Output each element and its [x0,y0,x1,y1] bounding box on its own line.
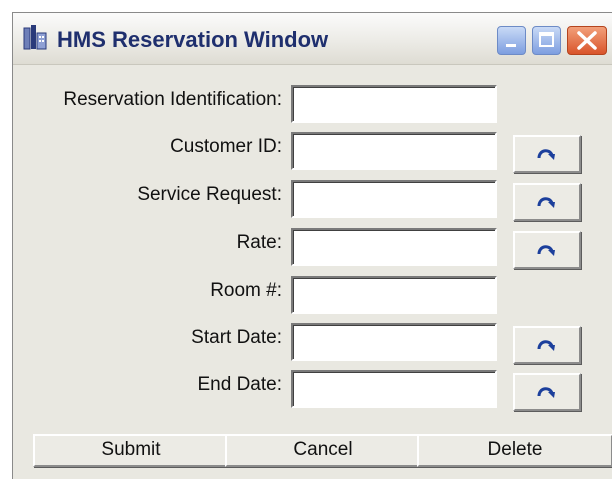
lookup-arrow-icon [537,340,555,351]
room-input[interactable] [291,276,497,314]
start-date-input[interactable] [291,323,497,361]
delete-button[interactable]: Delete [417,434,612,467]
hms-app-icon[interactable] [23,25,47,51]
submit-button[interactable]: Submit [33,434,229,467]
customer-id-label: Customer ID: [170,136,282,157]
end-date-label: End Date: [197,374,283,395]
service-request-label: Service Request: [137,184,282,205]
service-request-lookup-button[interactable] [513,183,581,221]
close-icon [577,31,597,50]
reservation-id-input[interactable] [291,85,497,123]
room-label: Room #: [210,280,282,301]
service-request-input[interactable] [291,180,497,218]
close-button[interactable] [567,26,607,55]
lookup-arrow-icon [537,387,555,398]
minimize-button[interactable] [497,26,526,55]
reservation-window: HMS Reservation Window Reservation Ident… [12,12,612,479]
lookup-arrow-icon [537,197,555,208]
rate-input[interactable] [291,228,497,266]
cancel-button[interactable]: Cancel [225,434,421,467]
end-date-lookup-button[interactable] [513,373,581,411]
maximize-icon [539,32,554,47]
minimize-icon [506,44,516,47]
lookup-arrow-icon [537,245,555,256]
lookup-arrow-icon [537,149,555,160]
rate-label: Rate: [236,232,282,253]
maximize-button[interactable] [532,26,561,55]
window-title: HMS Reservation Window [57,27,329,52]
start-date-label: Start Date: [191,327,282,348]
end-date-input[interactable] [291,370,497,408]
reservation-id-label: Reservation Identification: [63,89,282,110]
start-date-lookup-button[interactable] [513,326,581,364]
customer-id-input[interactable] [291,132,497,170]
title-bar[interactable]: HMS Reservation Window [13,13,612,65]
rate-lookup-button[interactable] [513,231,581,269]
customer-id-lookup-button[interactable] [513,135,581,173]
